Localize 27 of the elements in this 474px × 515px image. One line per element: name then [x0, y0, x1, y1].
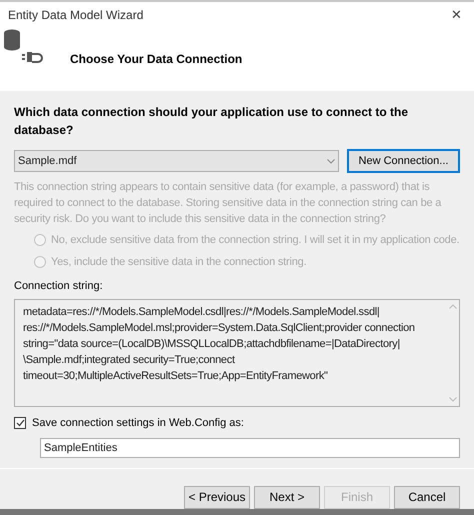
- close-button[interactable]: ✕: [447, 5, 466, 25]
- entities-name-field[interactable]: SampleEntities: [40, 438, 460, 458]
- new-connection-button[interactable]: New Connection...: [347, 149, 460, 173]
- connection-string-line: string="data source=(LocalDB)\MSSQLLocalDB;attachdbfilename=|DataDirectory|: [23, 336, 401, 352]
- checkbox-label: Save connection settings in Web.Config as:: [32, 416, 244, 430]
- radio-label: No, exclude sensitive data from the connection string. I will set it in my application code.: [51, 233, 460, 248]
- window-title: Entity Data Model Wizard: [8, 6, 144, 24]
- scroll-up-icon[interactable]: [449, 304, 457, 308]
- checkmark-icon: [16, 418, 24, 427]
- connection-dropdown[interactable]: Sample.mdf: [14, 150, 339, 172]
- checkbox[interactable]: [14, 416, 26, 429]
- wizard-button[interactable]: Next >: [254, 486, 320, 509]
- sensitive-data-note: This connection string appears to contain sensitive data (for example, a password) that is required to connect to the database. Storing sensitive data in the connection string can be a security risk. Do you want to include this sensitive data in the connection string?: [14, 180, 442, 227]
- connection-string-label: Connection string:: [14, 279, 104, 294]
- connection-string-box[interactable]: [14, 298, 460, 406]
- database-plug-icon: [2, 28, 46, 64]
- chevron-down-icon: [327, 158, 335, 164]
- connection-string-line: res://*/Models.SampleModel.msl;provider=System.Data.SqlClient;provider connection: [23, 320, 415, 336]
- page-heading: Choose Your Data Connection: [70, 51, 242, 68]
- wizard-button[interactable]: < Previous: [184, 486, 250, 509]
- connection-string-line: \Sample.mdf;integrated security=True;connect: [23, 352, 236, 368]
- radio-label: Yes, include the sensitive data in the connection string.: [51, 254, 306, 270]
- question-label: Which data connection should your application use to connect to the database?: [14, 104, 410, 139]
- scroll-down-icon[interactable]: [449, 396, 457, 402]
- connection-string-line: metadata=res://*/Models.SampleModel.csdl|res://*/Models.SampleModel.ssdl|: [23, 304, 380, 320]
- wizard-button[interactable]: Cancel: [394, 486, 460, 509]
- connection-string-line: timeout=30;MultipleActiveResultSets=True;App=EntityFramework": [23, 368, 329, 384]
